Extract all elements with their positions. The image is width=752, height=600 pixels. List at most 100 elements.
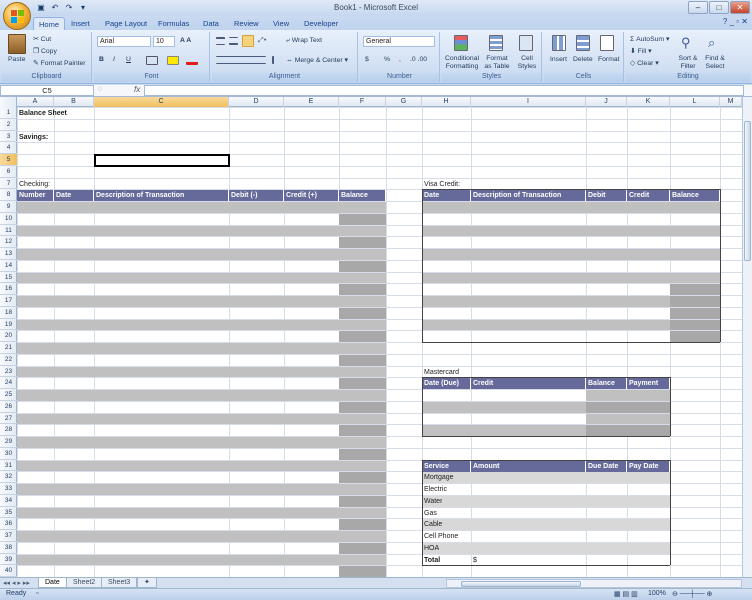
undo-icon[interactable]: ↶: [50, 3, 60, 13]
formula-tools-icon[interactable]: ◌: [98, 86, 108, 95]
align-top-icon[interactable]: [216, 37, 225, 45]
conditional-formatting-icon[interactable]: [454, 35, 468, 51]
cell-styles-button[interactable]: Cell Styles: [514, 55, 540, 71]
help-icon[interactable]: ? _ ▫ ✕: [723, 17, 748, 26]
row-header[interactable]: 36: [0, 518, 17, 530]
underline-button[interactable]: U: [126, 56, 131, 63]
row-header[interactable]: 11: [0, 225, 17, 237]
wrap-text-button[interactable]: ⤶ Wrap Text: [286, 37, 322, 45]
sheet-tab-3[interactable]: Sheet3: [101, 578, 138, 588]
format-as-table-button[interactable]: Format as Table: [482, 55, 512, 71]
column-header-e[interactable]: E: [284, 97, 339, 107]
row-header[interactable]: 3: [0, 131, 17, 143]
view-buttons-icon[interactable]: ▦ ▤ ▥: [614, 590, 638, 598]
tab-review[interactable]: Review: [229, 17, 264, 30]
row-header[interactable]: 35: [0, 507, 17, 519]
macro-record-icon[interactable]: ▫: [36, 590, 38, 597]
column-header-b[interactable]: B: [54, 97, 94, 107]
insert-button[interactable]: Insert: [550, 56, 567, 63]
vertical-scroll-thumb[interactable]: [744, 121, 751, 261]
copy-button[interactable]: ❐ Copy: [33, 47, 57, 55]
row-header[interactable]: 21: [0, 342, 17, 354]
borders-icon[interactable]: [146, 56, 158, 65]
minimize-button[interactable]: –: [688, 1, 708, 14]
insert-cells-icon[interactable]: [552, 35, 566, 51]
name-box[interactable]: C5: [0, 85, 94, 96]
insert-sheet-icon[interactable]: ✦: [137, 578, 157, 588]
row-header[interactable]: 31: [0, 460, 17, 472]
column-header-c[interactable]: C: [94, 97, 229, 107]
tab-insert[interactable]: Insert: [66, 17, 95, 30]
row-header[interactable]: 25: [0, 389, 17, 401]
row-header[interactable]: 4: [0, 142, 17, 154]
column-header-g[interactable]: G: [386, 97, 422, 107]
fill-color-icon[interactable]: [167, 56, 179, 65]
tab-developer[interactable]: Developer: [299, 17, 343, 30]
formula-input[interactable]: [144, 85, 744, 96]
column-header-f[interactable]: F: [339, 97, 386, 107]
row-header[interactable]: 14: [0, 260, 17, 272]
row-header[interactable]: 39: [0, 554, 17, 566]
grow-font-icon[interactable]: A A: [180, 37, 191, 44]
sheet-nav-icons[interactable]: ◂◂ ◂ ▸ ▸▸: [3, 579, 30, 587]
indent-icon[interactable]: [272, 56, 282, 64]
row-header[interactable]: 23: [0, 366, 17, 378]
row-header[interactable]: 1: [0, 107, 17, 119]
merge-center-button[interactable]: ⇔ Merge & Center ▾: [286, 56, 348, 64]
row-header[interactable]: 2: [0, 119, 17, 131]
conditional-formatting-button[interactable]: Conditional Formatting: [444, 55, 480, 71]
bold-button[interactable]: B: [99, 56, 104, 63]
row-header[interactable]: 34: [0, 495, 17, 507]
row-header[interactable]: 27: [0, 413, 17, 425]
column-header-m[interactable]: M: [720, 97, 742, 107]
cell-styles-icon[interactable]: [519, 35, 533, 51]
row-header[interactable]: 24: [0, 377, 17, 389]
row-header[interactable]: 12: [0, 236, 17, 248]
insert-function-button[interactable]: fx: [134, 85, 140, 94]
tab-page-layout[interactable]: Page Layout: [100, 17, 152, 30]
row-header[interactable]: 7: [0, 178, 17, 190]
row-header[interactable]: 32: [0, 471, 17, 483]
find-icon[interactable]: ⌕: [708, 35, 722, 51]
row-header[interactable]: 22: [0, 354, 17, 366]
number-format-select[interactable]: General: [363, 36, 435, 47]
maximize-button[interactable]: □: [709, 1, 729, 14]
font-color-icon[interactable]: [186, 56, 198, 65]
sort-filter-icon[interactable]: ⚲: [681, 35, 695, 51]
row-header[interactable]: 17: [0, 295, 17, 307]
zoom-slider[interactable]: ⊖ ──┼── ⊕: [672, 590, 712, 598]
percent-button[interactable]: %: [384, 56, 390, 63]
row-header[interactable]: 29: [0, 436, 17, 448]
sort-filter-button[interactable]: Sort & Filter: [676, 55, 700, 71]
row-header[interactable]: 16: [0, 283, 17, 295]
delete-button[interactable]: Delete: [573, 56, 593, 63]
autosum-button[interactable]: Σ AutoSum ▾: [630, 35, 669, 43]
font-name-select[interactable]: Arial: [97, 36, 151, 47]
delete-cells-icon[interactable]: [576, 35, 590, 51]
fill-button[interactable]: ⬇ Fill ▾: [630, 47, 652, 55]
column-header-k[interactable]: K: [627, 97, 670, 107]
column-header-h[interactable]: H: [422, 97, 471, 107]
row-header[interactable]: 6: [0, 166, 17, 178]
row-header[interactable]: 37: [0, 530, 17, 542]
paste-icon[interactable]: [8, 34, 26, 54]
horizontal-scrollbar[interactable]: [446, 579, 742, 588]
row-header[interactable]: 5: [0, 154, 17, 166]
format-painter-button[interactable]: ✎ Format Painter: [33, 59, 86, 67]
format-as-table-icon[interactable]: [489, 35, 503, 51]
save-icon[interactable]: ▣: [36, 3, 46, 13]
comma-button[interactable]: ,: [399, 56, 401, 63]
decimal-icons[interactable]: .0 .00: [410, 56, 427, 63]
row-header[interactable]: 8: [0, 189, 17, 201]
horizontal-scroll-thumb[interactable]: [461, 581, 581, 587]
row-header[interactable]: 40: [0, 565, 17, 577]
sheet-tab-date[interactable]: Date: [38, 578, 67, 588]
clear-button[interactable]: ◇ Clear ▾: [630, 59, 659, 67]
currency-button[interactable]: $: [365, 56, 369, 63]
cut-button[interactable]: ✂ Cut: [33, 35, 51, 43]
close-button[interactable]: ✕: [730, 1, 750, 14]
italic-button[interactable]: I: [113, 56, 115, 63]
row-header[interactable]: 15: [0, 272, 17, 284]
row-header[interactable]: 33: [0, 483, 17, 495]
vertical-scrollbar[interactable]: [742, 97, 752, 577]
